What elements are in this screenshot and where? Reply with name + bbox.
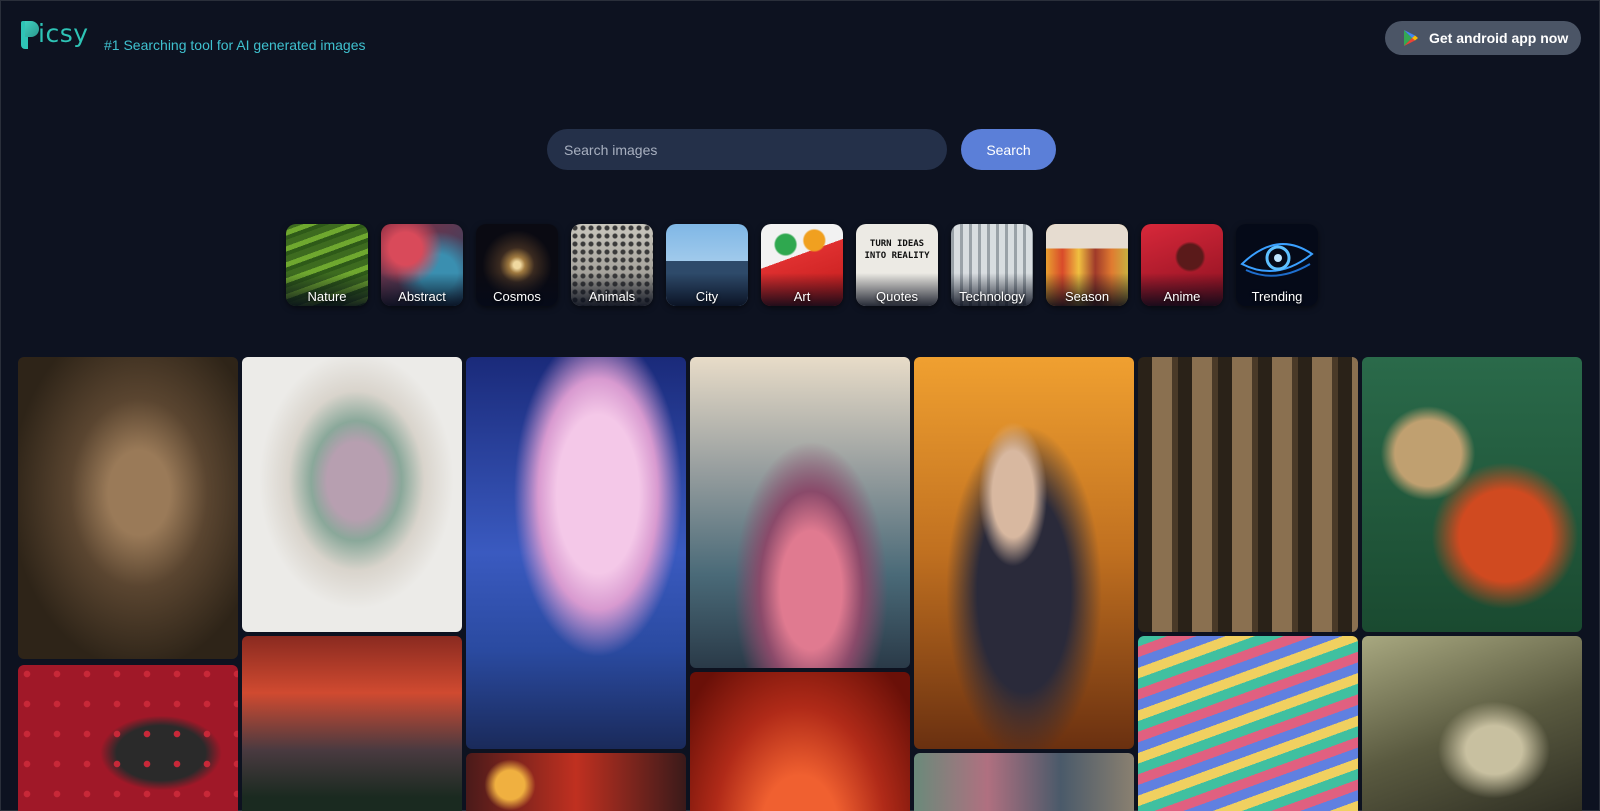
category-label: Nature — [307, 289, 347, 304]
image-gallery — [18, 357, 1584, 811]
gallery-image-paper-collage[interactable] — [242, 357, 462, 632]
category-anime[interactable]: Anime — [1141, 224, 1223, 306]
category-label: Cosmos — [493, 289, 541, 304]
category-cosmos[interactable]: Cosmos — [476, 224, 558, 306]
search-input[interactable] — [547, 129, 947, 170]
category-label: Abstract — [398, 289, 446, 304]
category-list: Nature Abstract Cosmos Animals City Art … — [286, 224, 1318, 306]
search-bar: Search — [547, 129, 1056, 170]
gallery-image-man-columns[interactable] — [1138, 357, 1358, 632]
category-technology[interactable]: Technology — [951, 224, 1033, 306]
category-season[interactable]: Season — [1046, 224, 1128, 306]
category-label: Animals — [588, 289, 636, 304]
logo[interactable]: icsy — [21, 19, 89, 49]
logo-mark — [21, 19, 39, 49]
gallery-image-red-arches[interactable] — [690, 672, 910, 811]
gallery-image-lightning-storm[interactable] — [242, 636, 462, 811]
google-play-icon — [1404, 30, 1418, 46]
gallery-image-cherry-blossom-tree[interactable] — [466, 357, 686, 749]
category-label: Quotes — [876, 289, 918, 304]
category-nature[interactable]: Nature — [286, 224, 368, 306]
gallery-image-pink-swirl-street[interactable] — [690, 357, 910, 668]
category-city[interactable]: City — [666, 224, 748, 306]
category-label: Anime — [1163, 289, 1201, 304]
category-label: Art — [793, 289, 811, 304]
gallery-image-red-armored-figure[interactable] — [1362, 357, 1582, 632]
gallery-image-old-wizard[interactable] — [1362, 636, 1582, 811]
category-quotes[interactable]: TURN IDEAS INTO REALITY Quotes — [856, 224, 938, 306]
search-button[interactable]: Search — [961, 129, 1056, 170]
android-button-label: Get android app now — [1429, 30, 1569, 46]
gallery-image-iridescent-woman[interactable] — [1138, 636, 1358, 811]
category-label: City — [695, 289, 719, 304]
category-trending[interactable]: Trending — [1236, 224, 1318, 306]
category-label: Season — [1064, 289, 1110, 304]
category-art[interactable]: Art — [761, 224, 843, 306]
category-label: Trending — [1251, 289, 1303, 304]
gallery-image-warrior-woman[interactable] — [18, 357, 238, 659]
gallery-image-graffiti-wall[interactable] — [914, 753, 1134, 811]
gallery-image-robot-helmet[interactable] — [466, 753, 686, 811]
get-android-app-button[interactable]: Get android app now — [1385, 21, 1581, 55]
category-animals[interactable]: Animals — [571, 224, 653, 306]
category-abstract[interactable]: Abstract — [381, 224, 463, 306]
gallery-image-dark-queen[interactable] — [914, 357, 1134, 749]
tagline: #1 Searching tool for AI generated image… — [104, 37, 366, 53]
category-label: Technology — [959, 289, 1025, 304]
quote-sign-text: TURN IDEAS INTO REALITY — [864, 239, 930, 261]
gallery-image-masked-woman-roses[interactable] — [18, 665, 238, 811]
logo-text: icsy — [38, 19, 89, 48]
